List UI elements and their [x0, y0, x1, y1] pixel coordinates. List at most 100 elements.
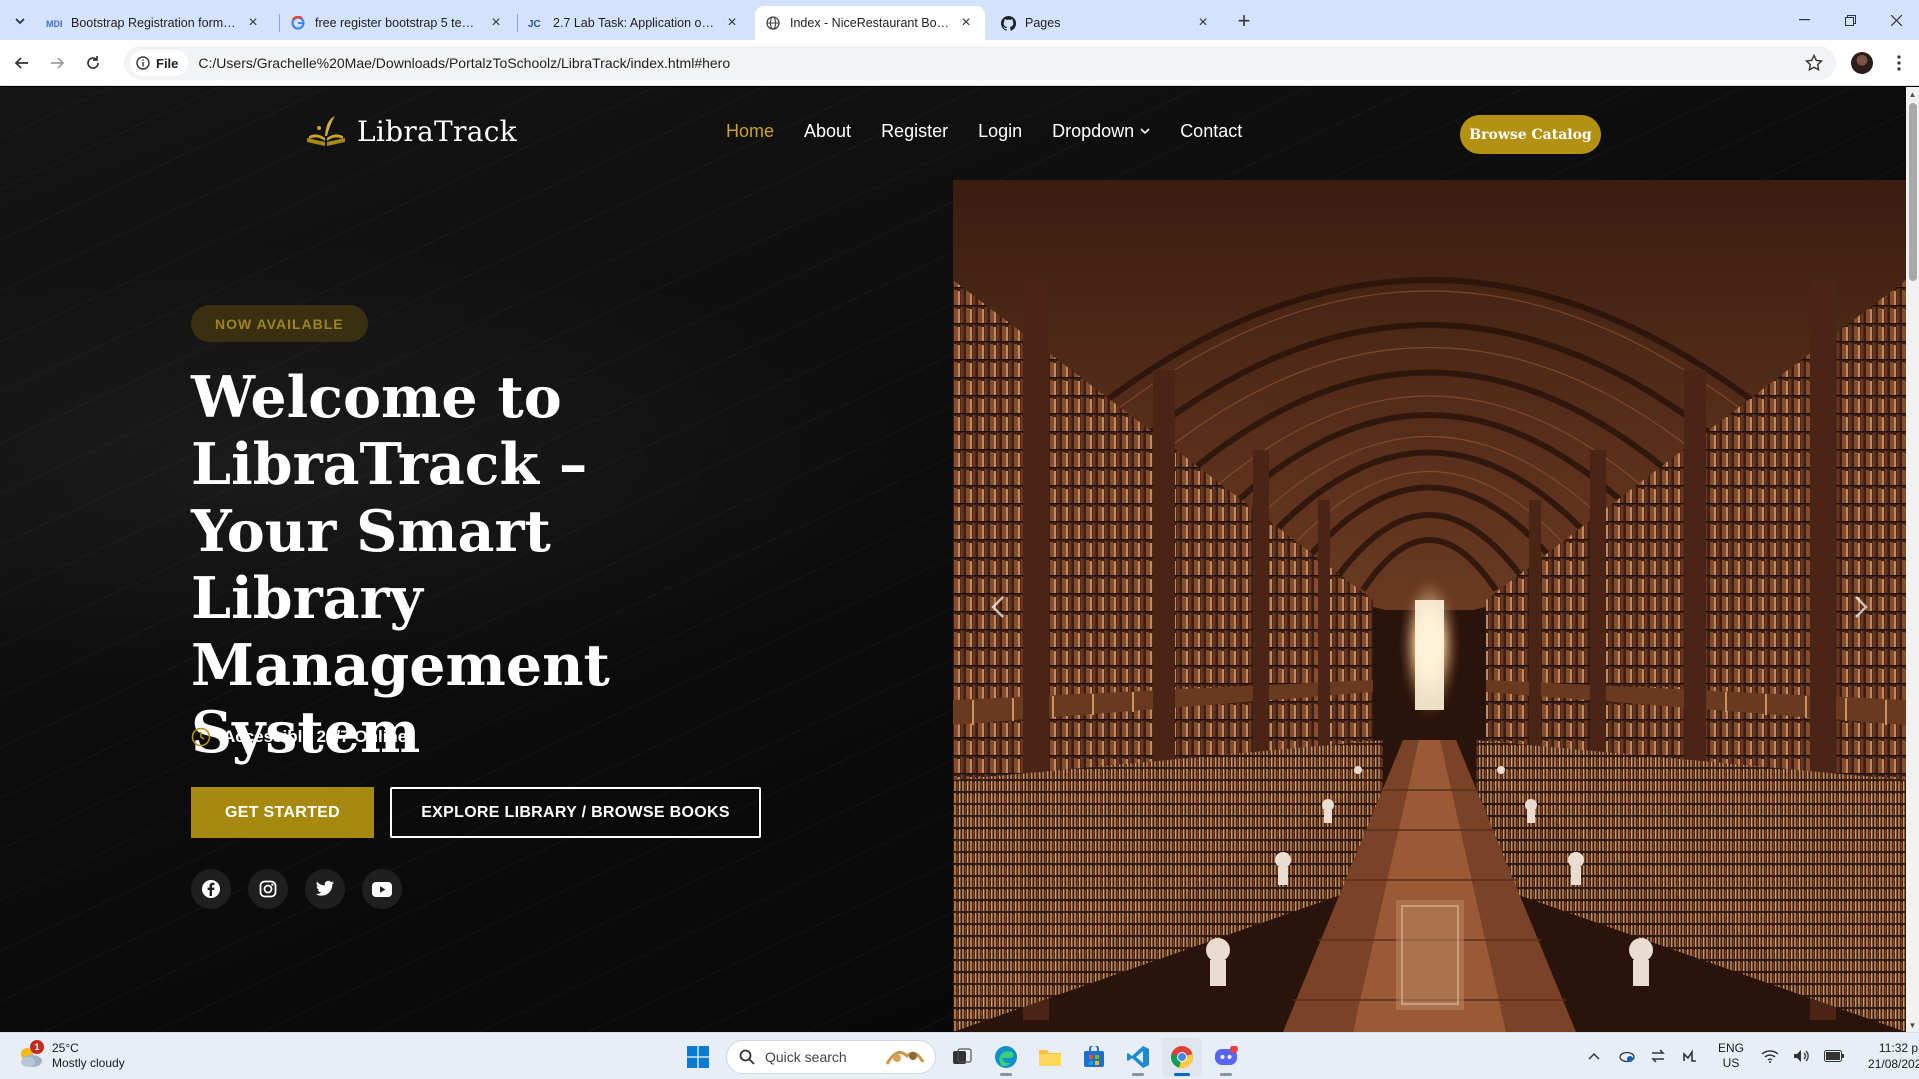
reload-button[interactable] [79, 49, 107, 77]
browser-tab-active[interactable]: Index - NiceRestaurant Bootstra × [755, 6, 985, 40]
nav-item-about[interactable]: About [804, 121, 851, 142]
clock-time: 11:32 pm [1878, 1041, 1919, 1055]
carousel-prev-button[interactable] [983, 592, 1013, 622]
scroll-down-arrow-icon[interactable]: ▼ [1906, 1018, 1919, 1032]
more-vert-icon [1897, 55, 1901, 71]
close-tab-icon[interactable]: × [723, 14, 741, 32]
scroll-thumb[interactable] [1909, 103, 1917, 281]
browse-catalog-button[interactable]: Browse Catalog [1460, 115, 1601, 154]
close-tab-icon[interactable]: × [487, 14, 505, 32]
system-clock[interactable]: 11:32 pm 21/08/2025 [1868, 1040, 1919, 1072]
facebook-icon[interactable] [191, 869, 231, 909]
minimize-button[interactable] [1781, 6, 1827, 34]
chevron-down-icon [1140, 128, 1150, 135]
task-view-button[interactable] [942, 1037, 982, 1077]
chrome-app[interactable] [1162, 1037, 1202, 1077]
restore-icon [1844, 14, 1856, 26]
tab-strip: MDB Bootstrap Registration form - fr × f… [0, 0, 1919, 40]
nav-item-home[interactable]: Home [726, 121, 774, 142]
new-tab-button[interactable]: + [1232, 8, 1256, 33]
arrow-left-icon [14, 57, 28, 69]
browser-tab[interactable]: free register bootstrap 5 templ × [280, 6, 515, 40]
taskbar-apps: Quick search [678, 1037, 1250, 1077]
nav-item-dropdown[interactable]: Dropdown [1052, 121, 1150, 142]
nav-item-register[interactable]: Register [881, 121, 948, 142]
twitter-icon[interactable] [305, 869, 345, 909]
profile-avatar[interactable] [1851, 52, 1873, 74]
discord-app[interactable] [1206, 1037, 1246, 1077]
reload-icon [87, 56, 99, 69]
region-code: US [1722, 1056, 1740, 1070]
explore-library-button[interactable]: EXPLORE LIBRARY / BROWSE BOOKS [390, 787, 761, 838]
toolbar: File C:/Users/Grachelle%20Mae/Downloads/… [0, 40, 1919, 86]
library-hall-image [953, 180, 1906, 1032]
battery-icon[interactable] [1818, 1039, 1850, 1073]
hero-feature: Accessible 24/7 Online [191, 727, 407, 747]
close-tab-icon[interactable]: × [244, 14, 262, 32]
github-icon [1000, 15, 1016, 31]
feature-text: Accessible 24/7 Online [223, 727, 408, 746]
carousel-next-button[interactable] [1846, 592, 1876, 622]
mdb-icon: MDB [46, 15, 62, 31]
tab-title: 2.7 Lab Task: Application of Boo [553, 16, 717, 30]
search-placeholder: Quick search [765, 1049, 847, 1065]
edge-icon [995, 1046, 1017, 1068]
youtube-icon[interactable] [362, 869, 402, 909]
clock-date: 21/08/2025 [1868, 1057, 1919, 1071]
clock-icon [191, 727, 211, 747]
browser-menu-button[interactable] [1888, 52, 1910, 74]
weather-badge: 1 [30, 1040, 44, 1054]
windows-logo-icon [687, 1046, 709, 1068]
nav-item-contact[interactable]: Contact [1180, 121, 1242, 142]
globe-icon [765, 15, 781, 31]
chevron-up-icon [1588, 1052, 1600, 1060]
scroll-up-arrow-icon[interactable]: ▲ [1906, 87, 1919, 101]
chrome-icon [1171, 1046, 1193, 1068]
close-icon [1890, 14, 1902, 26]
store-icon [1084, 1046, 1104, 1067]
browser-tab[interactable]: Pages × [990, 6, 1222, 40]
instagram-icon[interactable] [248, 869, 288, 909]
taskbar-search[interactable]: Quick search [726, 1040, 936, 1074]
tab-search-button[interactable] [8, 9, 32, 33]
performance-tray-icon[interactable] [1674, 1039, 1706, 1073]
svg-text:MDB: MDB [46, 19, 62, 28]
browser-tab[interactable]: ЈС 2.7 Lab Task: Application of Boo × [518, 6, 751, 40]
start-button[interactable] [678, 1037, 718, 1077]
discord-icon [1215, 1046, 1238, 1065]
browser-tab[interactable]: MDB Bootstrap Registration form - fr × [36, 6, 272, 40]
page-scrollbar[interactable]: ▲ ▼ [1906, 87, 1919, 1032]
system-tray: ENG US 11:32 pm 21/08/2025 [1578, 1039, 1919, 1073]
sync-tray-icon[interactable] [1642, 1039, 1674, 1073]
address-bar[interactable]: File C:/Users/Grachelle%20Mae/Downloads/… [124, 46, 1836, 80]
back-button[interactable] [8, 49, 36, 77]
tab-title: Pages [1025, 16, 1061, 30]
restore-button[interactable] [1827, 6, 1873, 34]
forward-button[interactable] [43, 49, 71, 77]
close-window-button[interactable] [1873, 6, 1919, 34]
store-app[interactable] [1074, 1037, 1114, 1077]
file-explorer-app[interactable] [1030, 1037, 1070, 1077]
lms-icon: ЈС [528, 15, 544, 31]
edge-app[interactable] [986, 1037, 1026, 1077]
close-tab-icon[interactable]: × [957, 14, 975, 32]
site-logo[interactable]: LibraTrack [305, 114, 517, 148]
volume-icon[interactable] [1786, 1039, 1818, 1073]
wifi-icon[interactable] [1754, 1039, 1786, 1073]
site-info-button[interactable]: File [130, 50, 189, 76]
weather-widget[interactable]: 1 25°C Mostly cloudy [16, 1040, 125, 1071]
url-text[interactable]: C:/Users/Grachelle%20Mae/Downloads/Porta… [198, 55, 730, 71]
input-language[interactable]: ENG US [1718, 1041, 1744, 1071]
google-icon [290, 15, 306, 31]
info-icon [136, 56, 150, 70]
show-hidden-icons-button[interactable] [1578, 1039, 1610, 1073]
onedrive-tray-icon[interactable] [1610, 1039, 1642, 1073]
close-tab-icon[interactable]: × [1194, 14, 1212, 32]
chevron-left-icon [991, 596, 1004, 618]
tab-title: free register bootstrap 5 templ [315, 16, 481, 30]
social-links [191, 869, 402, 909]
nav-item-login[interactable]: Login [978, 121, 1022, 142]
get-started-button[interactable]: GET STARTED [191, 787, 374, 838]
vscode-app[interactable] [1118, 1037, 1158, 1077]
bookmark-star-icon[interactable] [1804, 53, 1824, 73]
